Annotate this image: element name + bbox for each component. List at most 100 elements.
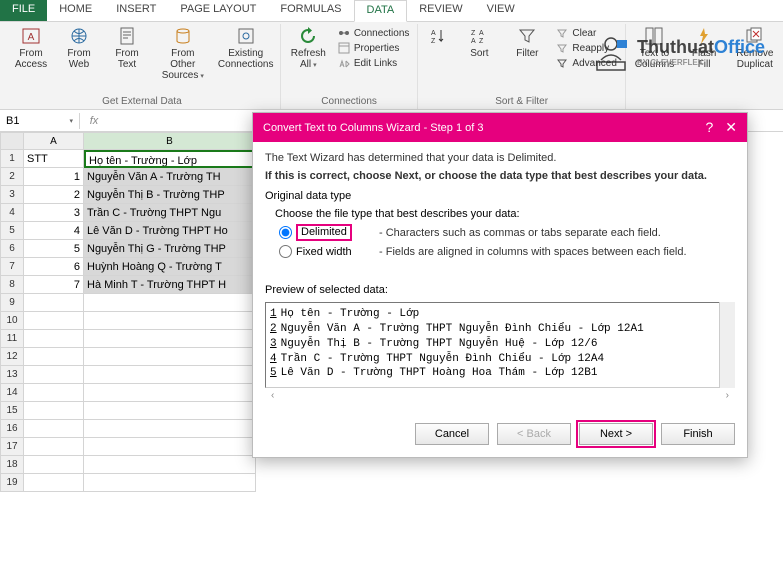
properties-icon [338,42,350,54]
cell[interactable]: 7 [24,276,84,294]
cell[interactable] [84,312,256,330]
row-header[interactable]: 12 [0,348,24,366]
row-header[interactable]: 19 [0,474,24,492]
tab-view[interactable]: VIEW [475,0,527,21]
tab-insert[interactable]: INSERT [104,0,168,21]
cell[interactable]: 1 [24,168,84,186]
cell[interactable]: Trần C - Trường THPT Ngu [84,204,256,222]
row-header[interactable]: 16 [0,420,24,438]
cell[interactable]: STT [24,150,84,168]
existing-connections-button[interactable]: Existing Connections [218,24,274,94]
cell[interactable] [24,438,84,456]
filter-button[interactable]: Filter [506,24,548,94]
row-header[interactable]: 15 [0,402,24,420]
cell[interactable]: 6 [24,258,84,276]
row-headers: 12345678910111213141516171819 [0,132,24,492]
cell[interactable] [24,330,84,348]
cell[interactable]: 5 [24,240,84,258]
cell[interactable] [84,420,256,438]
sort-asc-button[interactable]: AZ [424,24,452,94]
tab-review[interactable]: REVIEW [407,0,474,21]
from-access-button[interactable]: AFrom Access [10,24,52,94]
help-button[interactable]: ? [705,119,713,136]
col-header-a[interactable]: A [24,132,84,150]
cell[interactable] [84,474,256,492]
cell[interactable]: Họ tên - Trường - Lớp [84,150,256,168]
row-header[interactable]: 2 [0,168,24,186]
next-button[interactable]: Next > [579,423,653,445]
row-header[interactable]: 17 [0,438,24,456]
preview-hscroll[interactable]: ‹› [265,388,735,403]
radio-fixed-input[interactable] [279,245,292,258]
row-header[interactable]: 11 [0,330,24,348]
finish-button[interactable]: Finish [661,423,735,445]
cell[interactable]: 2 [24,186,84,204]
from-text-button[interactable]: From Text [106,24,148,94]
tab-file[interactable]: FILE [0,0,47,21]
dialog-titlebar[interactable]: Convert Text to Columns Wizard - Step 1 … [253,113,747,142]
radio-fixed-width[interactable]: Fixed width [279,245,369,258]
cell[interactable] [24,366,84,384]
properties-button[interactable]: Properties [336,41,412,55]
cell[interactable] [84,348,256,366]
connections-button[interactable]: Connections [336,26,412,40]
row-header[interactable]: 6 [0,240,24,258]
col-header-b[interactable]: B [84,132,256,150]
cell[interactable] [24,312,84,330]
cell[interactable] [24,420,84,438]
watermark: ThuthuatOfficeBY CLEVERFLEX [591,30,765,74]
row-header[interactable]: 14 [0,384,24,402]
cell[interactable]: Huỳnh Hoàng Q - Trường T [84,258,256,276]
cell[interactable]: Nguyễn Thị G - Trường THP [84,240,256,258]
preview-scrollbar[interactable] [719,302,735,388]
row-header[interactable]: 1 [0,150,24,168]
cell[interactable] [24,294,84,312]
cell[interactable]: Nguyễn Thị B - Trường THP [84,186,256,204]
cell[interactable]: 3 [24,204,84,222]
from-web-button[interactable]: From Web [58,24,100,94]
tab-formulas[interactable]: FORMULAS [268,0,353,21]
name-box[interactable]: B1▾ [0,113,80,129]
cell[interactable] [84,366,256,384]
row-header[interactable]: 3 [0,186,24,204]
refresh-all-button[interactable]: Refresh All▾ [287,24,330,94]
cell[interactable] [84,384,256,402]
cell[interactable] [84,456,256,474]
row-header[interactable]: 10 [0,312,24,330]
cell[interactable] [24,348,84,366]
cell[interactable] [84,330,256,348]
tab-page-layout[interactable]: PAGE LAYOUT [168,0,268,21]
radio-delimited-input[interactable] [279,226,292,239]
from-other-sources-button[interactable]: From Other Sources▾ [154,24,212,94]
row-header[interactable]: 7 [0,258,24,276]
cell[interactable] [84,294,256,312]
row-header[interactable]: 9 [0,294,24,312]
cell[interactable]: Lê Văn D - Trường THPT Ho [84,222,256,240]
ribbon-tabs: FILE HOME INSERT PAGE LAYOUT FORMULAS DA… [0,0,783,22]
row-header[interactable]: 8 [0,276,24,294]
cell[interactable] [24,402,84,420]
row-header[interactable]: 5 [0,222,24,240]
cell[interactable] [84,402,256,420]
tab-data[interactable]: DATA [354,0,408,22]
cell[interactable] [84,438,256,456]
cell[interactable]: Hà Minh T - Trường THPT H [84,276,256,294]
edit-links-button[interactable]: Edit Links [336,56,412,70]
select-all-corner[interactable] [0,132,24,150]
cell[interactable]: 4 [24,222,84,240]
radio-delimited[interactable]: Delimited [279,224,369,241]
sort-button[interactable]: ZAAZSort [458,24,500,94]
cell[interactable] [24,456,84,474]
row-header[interactable]: 13 [0,366,24,384]
svg-text:A: A [479,30,484,37]
db-icon [173,26,193,46]
cell[interactable] [24,474,84,492]
row-header[interactable]: 4 [0,204,24,222]
cancel-button[interactable]: Cancel [415,423,489,445]
tab-home[interactable]: HOME [47,0,104,21]
row-header[interactable]: 18 [0,456,24,474]
close-button[interactable]: ✕ [725,119,737,136]
fx-icon[interactable]: fx [80,115,108,127]
cell[interactable] [24,384,84,402]
cell[interactable]: Nguyễn Văn A - Trường TH [84,168,256,186]
